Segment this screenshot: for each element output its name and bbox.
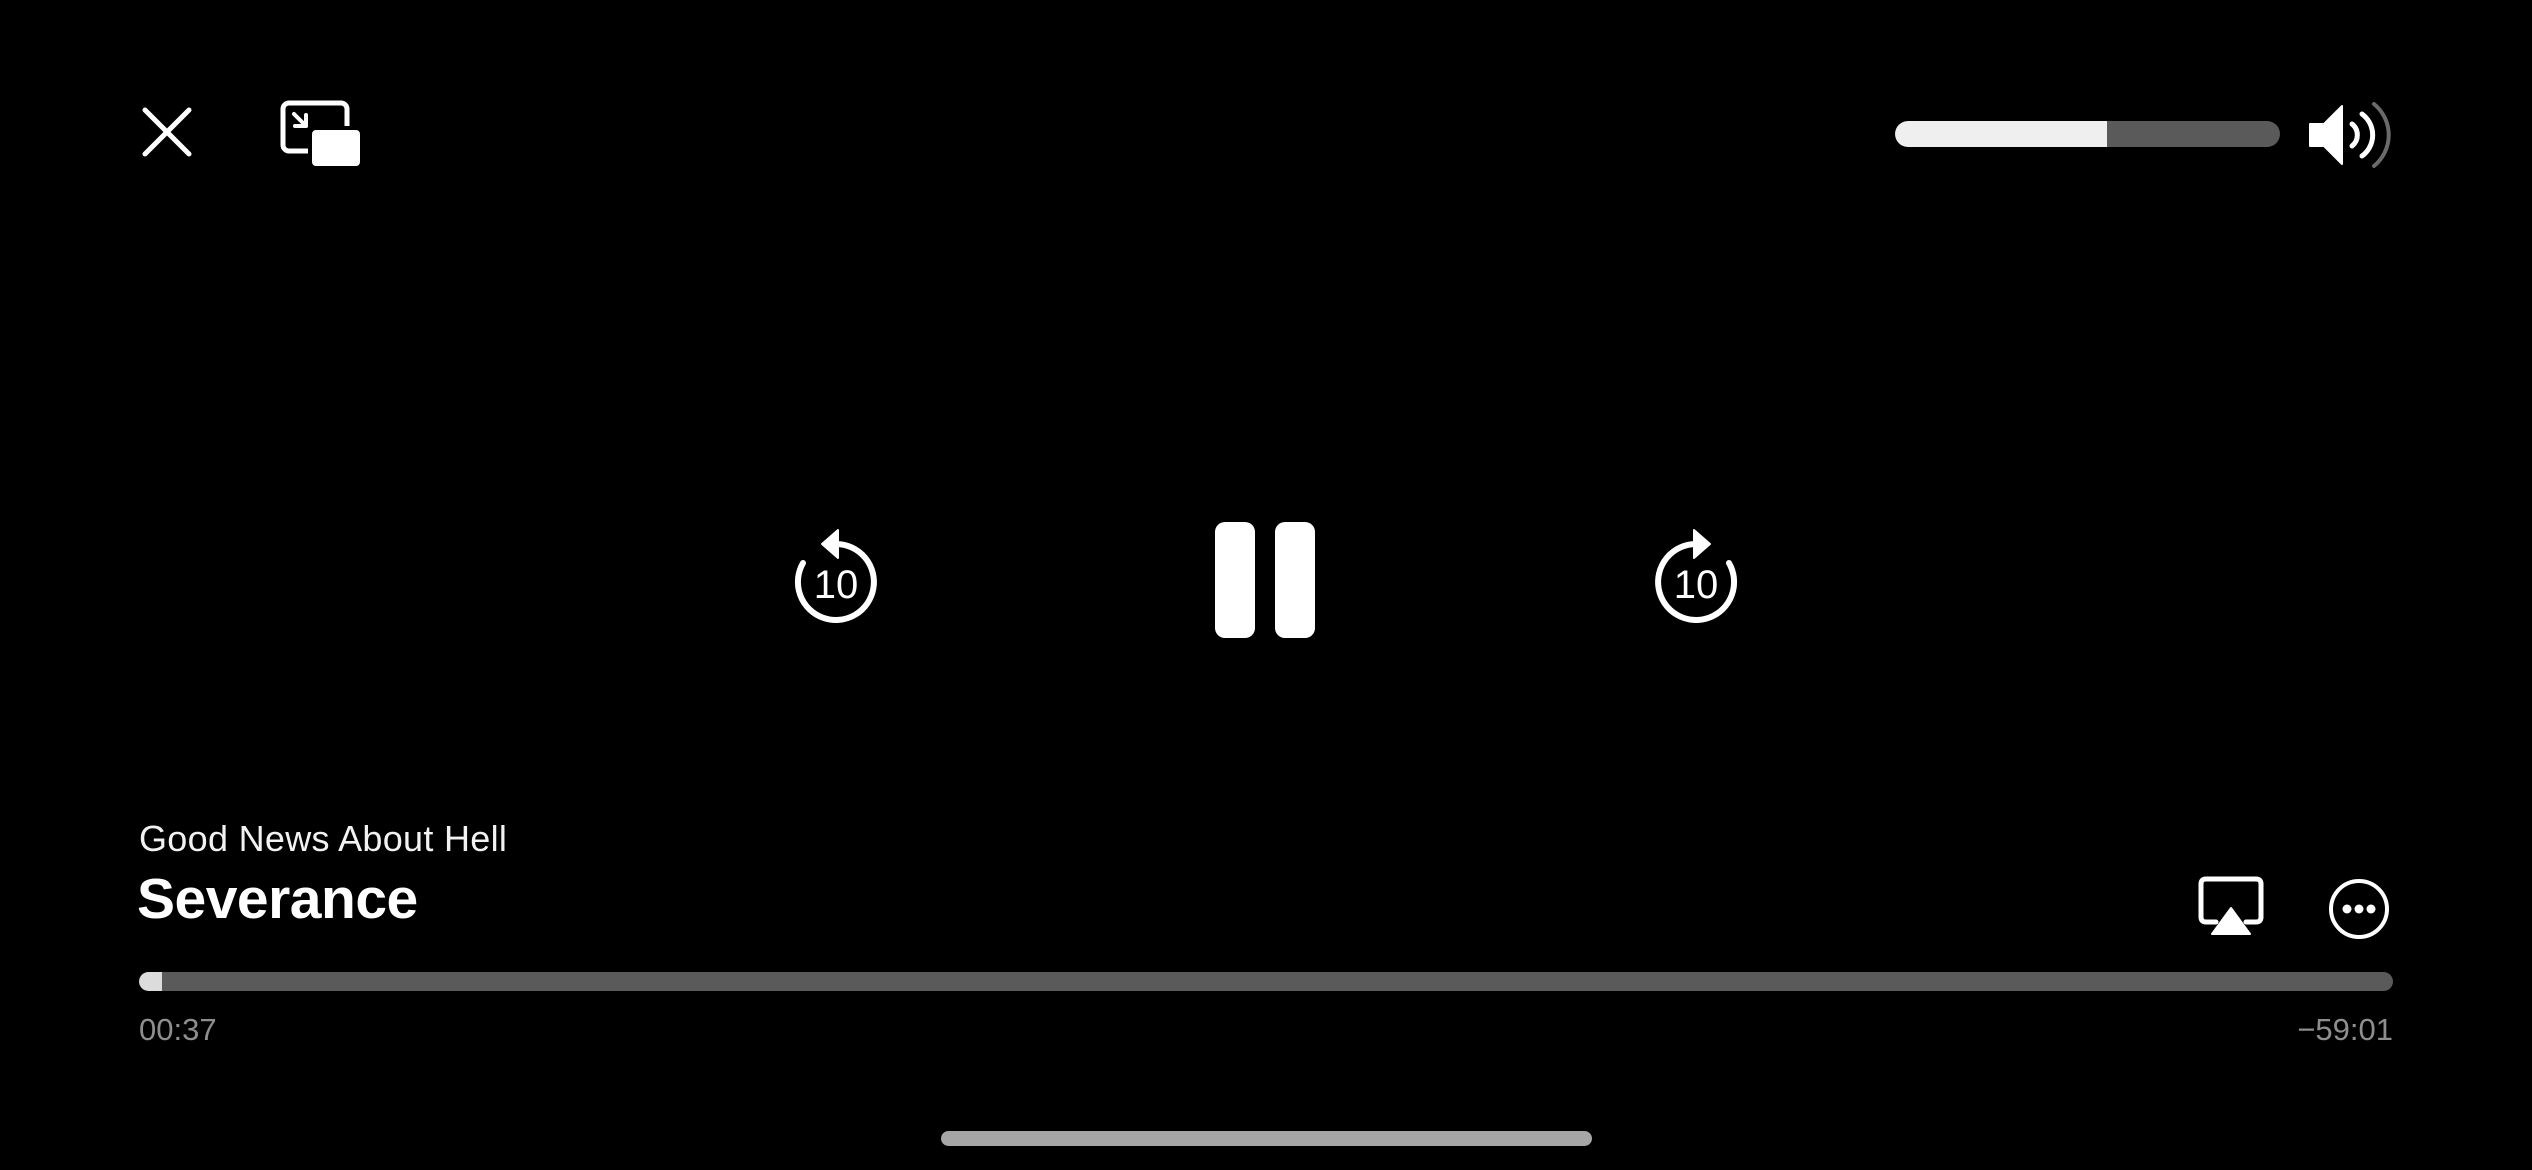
skip-back-button[interactable]: 10 xyxy=(788,528,884,628)
airplay-icon xyxy=(2198,876,2264,935)
volume-slider[interactable] xyxy=(1895,121,2280,147)
skip-forward-seconds-label: 10 xyxy=(1674,563,1719,607)
picture-in-picture-button[interactable] xyxy=(280,100,364,172)
more-button[interactable] xyxy=(2328,878,2390,940)
playback-progress-fill xyxy=(139,972,162,991)
show-title: Severance xyxy=(137,867,418,931)
skip-forward-10-icon: 10 xyxy=(1655,529,1738,623)
volume-button[interactable] xyxy=(2308,100,2394,170)
skip-back-10-icon: 10 xyxy=(794,529,877,623)
airplay-button[interactable] xyxy=(2198,876,2264,938)
volume-slider-fill xyxy=(1895,121,2107,147)
skip-back-seconds-label: 10 xyxy=(814,563,859,607)
speaker-wave-icon xyxy=(2309,102,2391,168)
elapsed-time: 00:37 xyxy=(139,1012,217,1047)
skip-forward-button[interactable]: 10 xyxy=(1648,528,1744,628)
more-ellipsis-icon xyxy=(2329,879,2389,939)
picture-in-picture-icon xyxy=(280,100,364,170)
close-icon xyxy=(142,107,192,157)
home-indicator[interactable] xyxy=(941,1131,1592,1146)
episode-title: Good News About Hell xyxy=(139,818,508,859)
playback-progress-bar[interactable] xyxy=(139,972,2393,991)
remaining-time: −59:01 xyxy=(2297,1012,2393,1047)
pause-button[interactable] xyxy=(1213,520,1317,640)
pause-icon xyxy=(1215,522,1315,638)
close-button[interactable] xyxy=(135,100,199,164)
